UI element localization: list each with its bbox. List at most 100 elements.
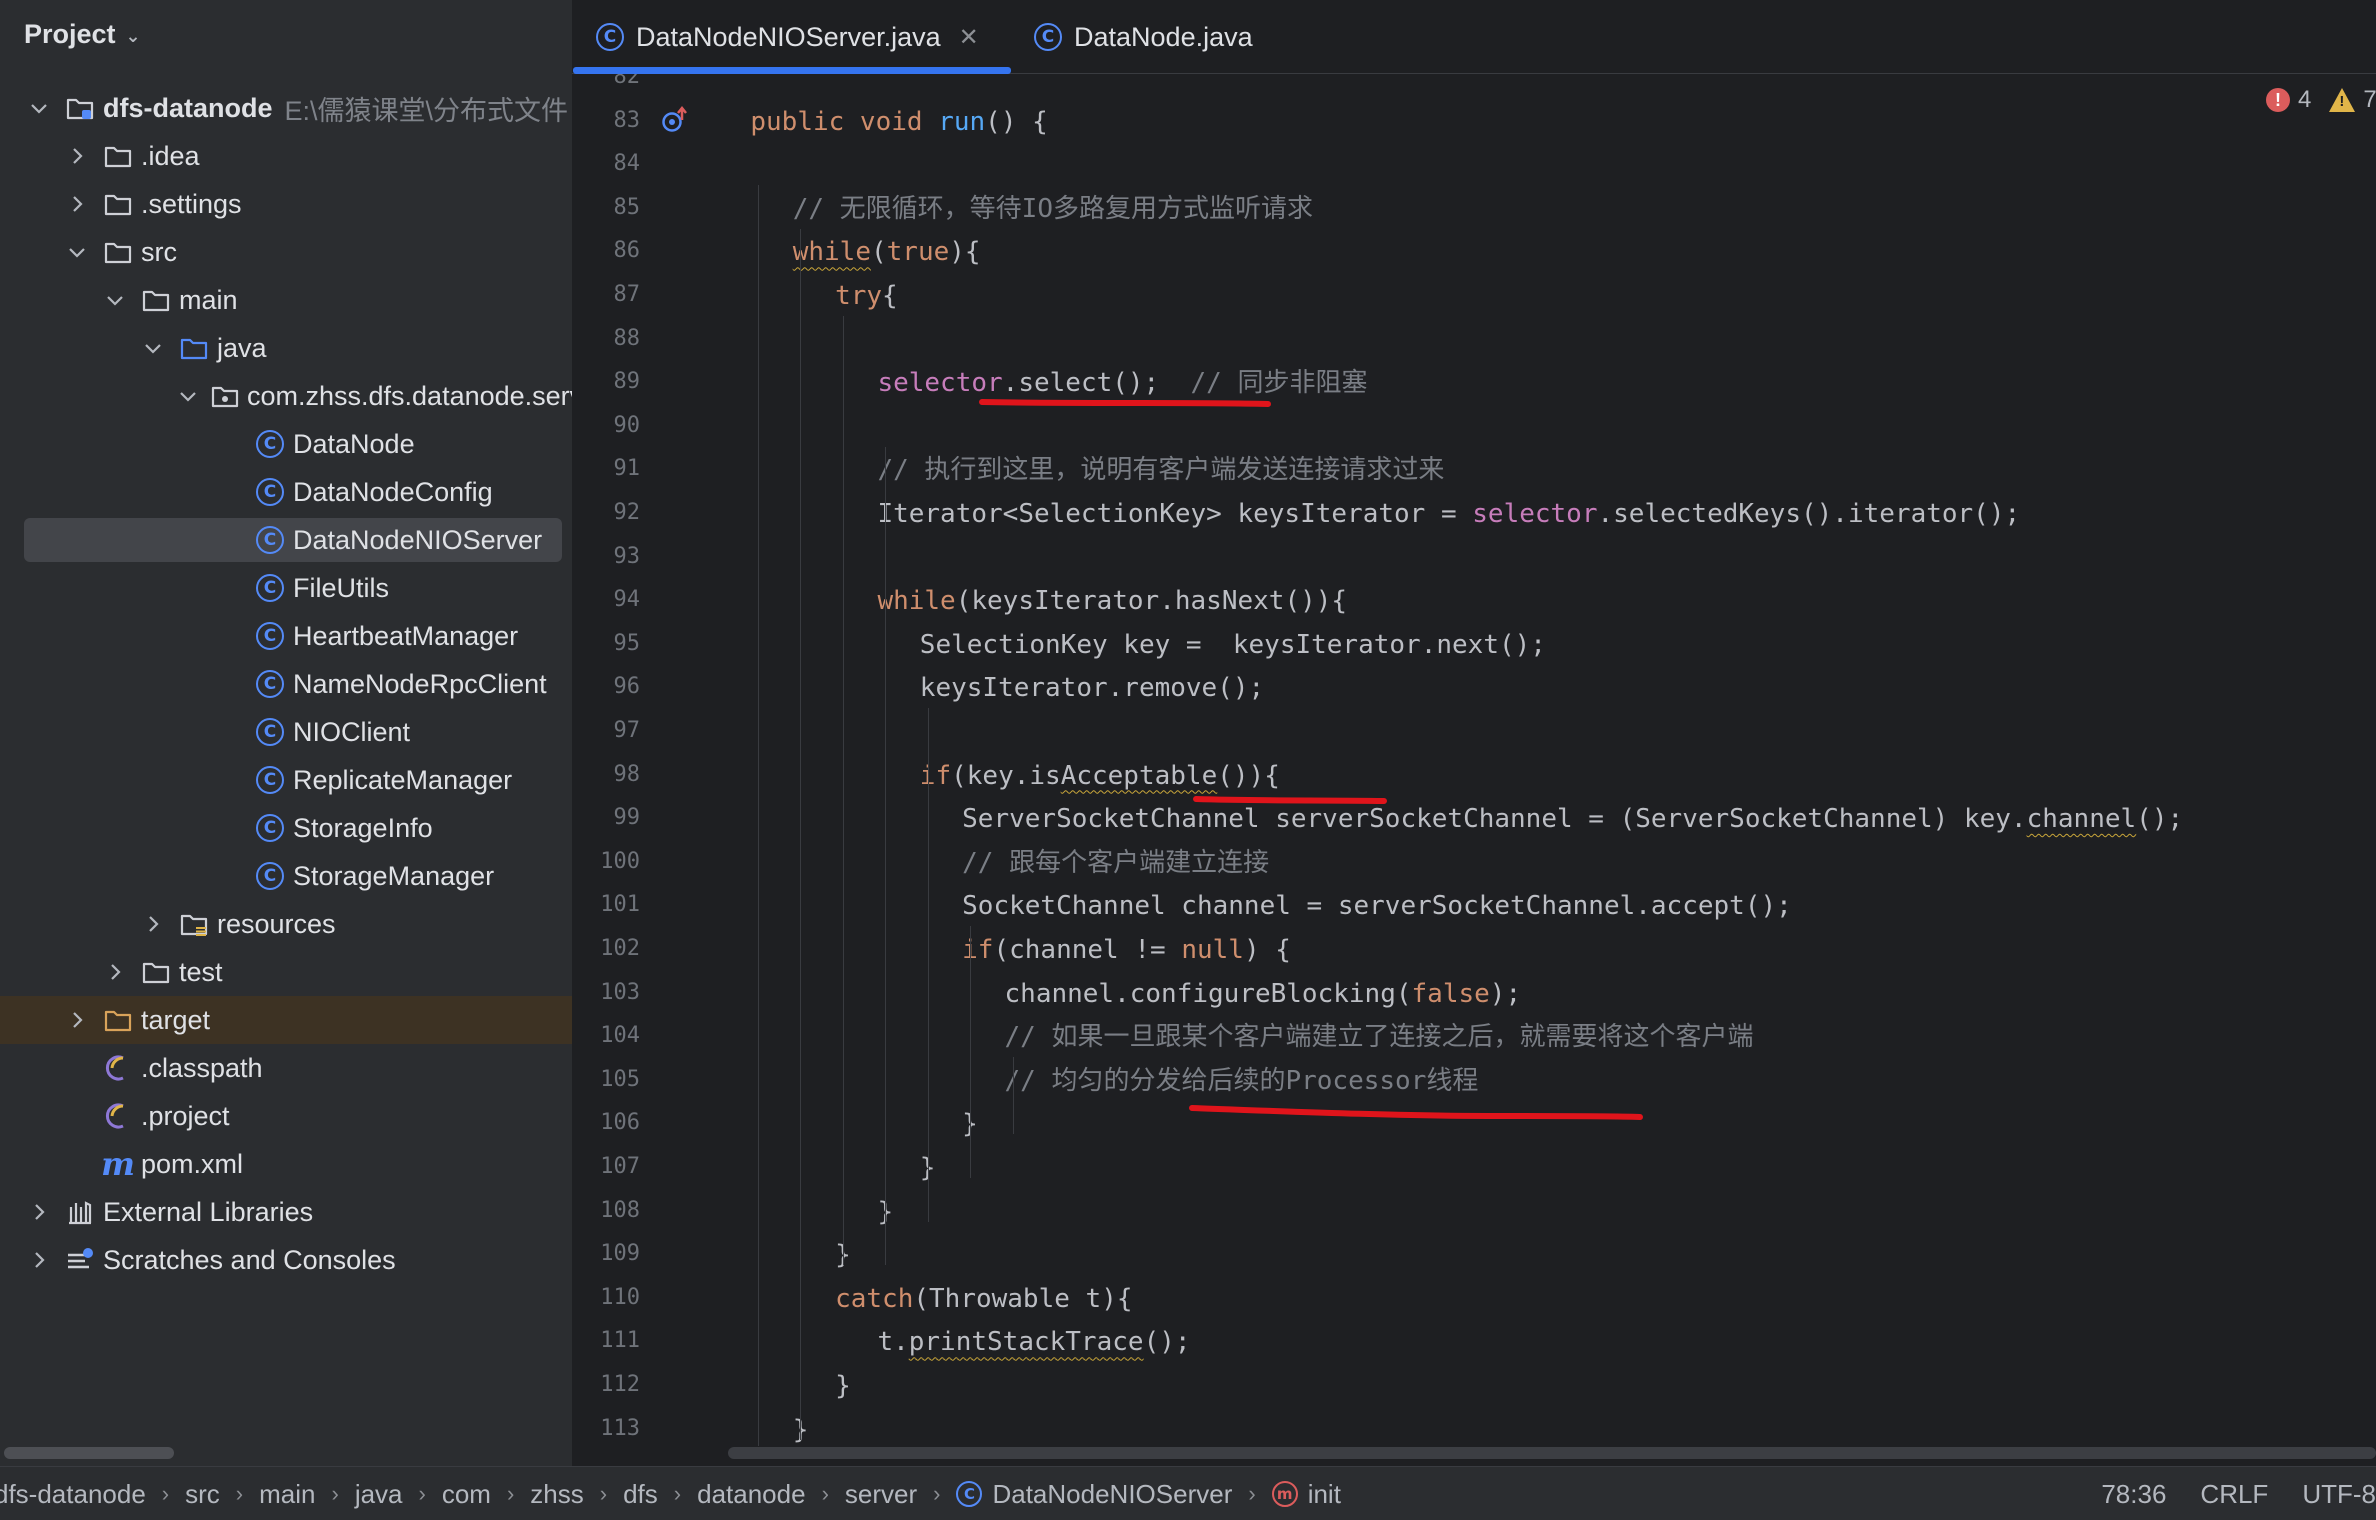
code-line[interactable]: channel.configureBlocking(false); xyxy=(1005,972,1522,1016)
code-line[interactable]: // 如果一旦跟某个客户端建立了连接之后，就需要将这个客户端 xyxy=(1005,1015,1754,1059)
code-line[interactable]: public void run() { xyxy=(750,100,1047,144)
breadcrumb-item[interactable]: datanode xyxy=(697,1479,805,1510)
tree-item-com-zhss-dfs-datanode-server[interactable]: com.zhss.dfs.datanode.server xyxy=(0,372,572,420)
line-number: 87 xyxy=(613,282,641,307)
breadcrumb-item[interactable]: main xyxy=(259,1479,315,1510)
code-line[interactable]: while(keysIterator.hasNext()){ xyxy=(877,579,1347,623)
tree-item-external-libraries[interactable]: External Libraries xyxy=(0,1188,572,1236)
tree-item-namenoderpcclient[interactable]: C NameNodeRpcClient xyxy=(0,660,572,708)
breadcrumb-label: zhss xyxy=(530,1478,584,1509)
chevron-down-icon[interactable] xyxy=(140,335,166,361)
chevron-right-icon[interactable] xyxy=(64,191,90,217)
breadcrumb-item[interactable]: src xyxy=(185,1479,220,1510)
override-method-marker-icon[interactable] xyxy=(660,106,690,136)
tree-item-pom-xml[interactable]: m pom.xml xyxy=(0,1140,572,1188)
tree-item-replicatemanager[interactable]: C ReplicateManager xyxy=(0,756,572,804)
code-line[interactable]: Iterator<SelectionKey> keysIterator = se… xyxy=(877,492,2020,536)
tree-item-dfs-datanode[interactable]: dfs-datanode E:\儒猿课堂\分布式文件 xyxy=(0,84,572,132)
tree-item-src[interactable]: src xyxy=(0,228,572,276)
close-icon[interactable]: ✕ xyxy=(959,23,979,52)
tree-item-datanodeconfig[interactable]: C DataNodeConfig xyxy=(0,468,572,516)
breadcrumb-item[interactable]: m init xyxy=(1271,1479,1341,1510)
code-line[interactable]: if(channel != null) { xyxy=(962,928,1291,972)
breadcrumb-item[interactable]: zhss xyxy=(530,1479,583,1510)
tree-item-label: main xyxy=(179,284,238,315)
tree-item-fileutils[interactable]: C FileUtils xyxy=(0,564,572,612)
indent-guide xyxy=(843,316,844,1266)
chevron-right-icon[interactable] xyxy=(102,959,128,985)
editor-horizontal-scrollbar[interactable] xyxy=(728,1447,2376,1459)
tree-item-idea[interactable]: .idea xyxy=(0,132,572,180)
code-line[interactable]: t.printStackTrace(); xyxy=(877,1320,1190,1364)
code-line[interactable]: } xyxy=(835,1364,851,1408)
code-line[interactable]: if(key.isAcceptable()){ xyxy=(920,754,1280,798)
inspection-widget[interactable]: ! 4 ! 7 xyxy=(2266,86,2376,114)
code-line[interactable]: keysIterator.remove(); xyxy=(920,666,1264,710)
code-line[interactable]: // 无限循环，等待IO多路复用方式监听请求 xyxy=(793,187,1313,231)
breadcrumb-item[interactable]: java xyxy=(355,1479,403,1510)
chevron-down-icon[interactable] xyxy=(178,383,198,409)
caret-position[interactable]: 78:36 xyxy=(2101,1479,2166,1510)
tree-item-target[interactable]: target xyxy=(0,996,572,1044)
tree-item-scratches-and-consoles[interactable]: Scratches and Consoles xyxy=(0,1236,572,1284)
class-icon: C xyxy=(596,23,624,51)
code-token: try xyxy=(835,281,883,311)
chevron-right-icon[interactable] xyxy=(64,143,90,169)
code-line[interactable]: SelectionKey key = keysIterator.next(); xyxy=(920,623,1546,667)
line-number: 113 xyxy=(600,1415,640,1441)
code-line[interactable]: // 跟每个客户端建立连接 xyxy=(962,841,1269,885)
project-view-selector[interactable]: Project ⌄ xyxy=(24,14,141,54)
line-separator[interactable]: CRLF xyxy=(2200,1479,2268,1510)
line-number: 106 xyxy=(600,1110,640,1136)
code-line[interactable]: selector.select(); // 同步非阻塞 xyxy=(877,361,1367,405)
tree-item-settings[interactable]: .settings xyxy=(0,180,572,228)
tab-datanodenioserver-java[interactable]: C DataNodeNIOServer.java ✕ xyxy=(596,0,979,74)
code-token: ()){ xyxy=(1217,760,1280,791)
tree-item-storageinfo[interactable]: C StorageInfo xyxy=(0,804,572,852)
chevron-right-icon[interactable] xyxy=(26,1247,52,1273)
line-number: 85 xyxy=(613,194,641,220)
tree-item-datanode[interactable]: C DataNode xyxy=(0,420,572,468)
code-line[interactable]: // 执行到这里，说明有客户端发送连接请求过来 xyxy=(877,448,1444,492)
chevron-right-icon[interactable] xyxy=(26,1199,52,1225)
code-editor[interactable]: public void run() { // 无限循环，等待IO多路复用方式监听请… xyxy=(722,74,2376,1446)
breadcrumb-item[interactable]: com xyxy=(442,1479,491,1510)
code-line[interactable]: while(true){ xyxy=(793,230,981,274)
code-line[interactable]: ServerSocketChannel serverSocketChannel … xyxy=(962,797,2183,841)
tab-datanode-java[interactable]: C DataNode.java xyxy=(1034,0,1253,74)
tree-item-heartbeatmanager[interactable]: C HeartbeatManager xyxy=(0,612,572,660)
code-line[interactable]: // 均匀的分发给后续的Processor线程 xyxy=(1005,1059,1479,1103)
chevron-down-icon[interactable] xyxy=(102,287,128,313)
tree-item-classpath[interactable]: .classpath xyxy=(0,1044,572,1092)
tree-item-storagemanager[interactable]: C StorageManager xyxy=(0,852,572,900)
chevron-right-icon: › xyxy=(1248,1481,1256,1506)
package-icon xyxy=(210,380,240,412)
breadcrumb-item[interactable]: dfs-datanode xyxy=(0,1479,146,1510)
active-tab-indicator xyxy=(573,67,1011,74)
code-line[interactable]: catch(Throwable t){ xyxy=(835,1277,1132,1321)
tree-item-main[interactable]: main xyxy=(0,276,572,324)
chevron-right-icon[interactable] xyxy=(64,1007,90,1033)
code-token: false xyxy=(1411,978,1490,1009)
breadcrumb-item[interactable]: C DataNodeNIOServer xyxy=(956,1479,1232,1510)
error-count: 4 xyxy=(2298,86,2312,113)
code-line[interactable]: try{ xyxy=(835,274,898,318)
tree-item-project[interactable]: .project xyxy=(0,1092,572,1140)
chevron-right-icon[interactable] xyxy=(140,911,166,937)
tree-item-datanodenioserver[interactable]: C DataNodeNIOServer xyxy=(0,516,572,564)
code-line[interactable]: SocketChannel channel = serverSocketChan… xyxy=(962,884,1792,928)
line-number: 98 xyxy=(613,761,641,787)
error-icon: ! xyxy=(2266,88,2290,112)
tree-item-nioclient[interactable]: C NIOClient xyxy=(0,708,572,756)
tree-item-java[interactable]: java xyxy=(0,324,572,372)
project-tree-horizontal-scrollbar[interactable] xyxy=(4,1447,174,1459)
chevron-down-icon[interactable] xyxy=(64,239,90,265)
tree-item-test[interactable]: test xyxy=(0,948,572,996)
chevron-down-icon[interactable] xyxy=(26,95,52,121)
tree-item-resources[interactable]: resources xyxy=(0,900,572,948)
breadcrumb-item[interactable]: server xyxy=(845,1479,917,1510)
tree-item-label: FileUtils xyxy=(293,572,390,603)
file-encoding[interactable]: UTF-8 xyxy=(2302,1479,2376,1510)
breadcrumb-label: src xyxy=(185,1478,220,1509)
breadcrumb-item[interactable]: dfs xyxy=(623,1479,658,1510)
